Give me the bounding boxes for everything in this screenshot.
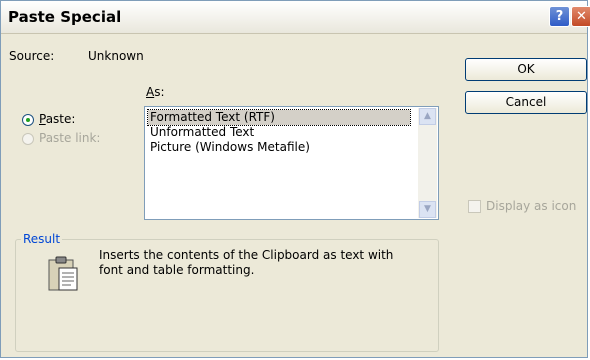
paste-as-listbox[interactable]: Formatted Text (RTF) Unformatted Text Pi…	[144, 106, 439, 220]
help-button[interactable]: ?	[549, 6, 570, 27]
result-description-line1: Inserts the contents of the Clipboard as…	[99, 248, 394, 262]
list-item-formatted-text[interactable]: Formatted Text (RTF)	[147, 109, 411, 126]
paste-mnemonic: P	[39, 112, 46, 126]
clipboard-paste-icon	[48, 256, 78, 291]
result-description-line2: font and table formatting.	[99, 263, 255, 277]
title-bar[interactable]: Paste Special ? ✕	[1, 1, 590, 34]
list-item-unformatted-text[interactable]: Unformatted Text	[148, 125, 256, 140]
paste-special-dialog: Paste Special ? ✕ Source: Unknown As: Pa…	[0, 0, 590, 358]
scroll-down-arrow-icon[interactable]: ▼	[419, 201, 436, 218]
scroll-up-arrow-icon[interactable]: ▲	[419, 108, 436, 125]
display-as-icon-checkbox	[468, 200, 481, 213]
source-value: Unknown	[88, 49, 144, 63]
paste-label-rest: aste:	[45, 112, 76, 126]
cancel-button[interactable]: Cancel	[465, 91, 587, 114]
as-label: As:	[146, 85, 165, 99]
as-label-mnemonic: A	[146, 85, 155, 99]
paste-link-radio-label: Paste link:	[39, 131, 101, 145]
list-item-picture-metafile[interactable]: Picture (Windows Metafile)	[148, 140, 312, 155]
ok-button[interactable]: OK	[465, 58, 587, 81]
listbox-scrollbar[interactable]: ▲ ▼	[418, 108, 437, 218]
paste-link-radio	[22, 133, 34, 145]
paste-radio[interactable]	[22, 114, 34, 126]
result-legend: Result	[21, 232, 63, 246]
source-label: Source:	[9, 49, 55, 63]
as-label-rest: s:	[154, 85, 165, 99]
close-button[interactable]: ✕	[571, 6, 590, 27]
dialog-title: Paste Special	[8, 8, 122, 26]
paste-radio-label[interactable]: Paste:	[39, 112, 75, 126]
display-as-icon-label: Display as icon	[486, 199, 577, 213]
